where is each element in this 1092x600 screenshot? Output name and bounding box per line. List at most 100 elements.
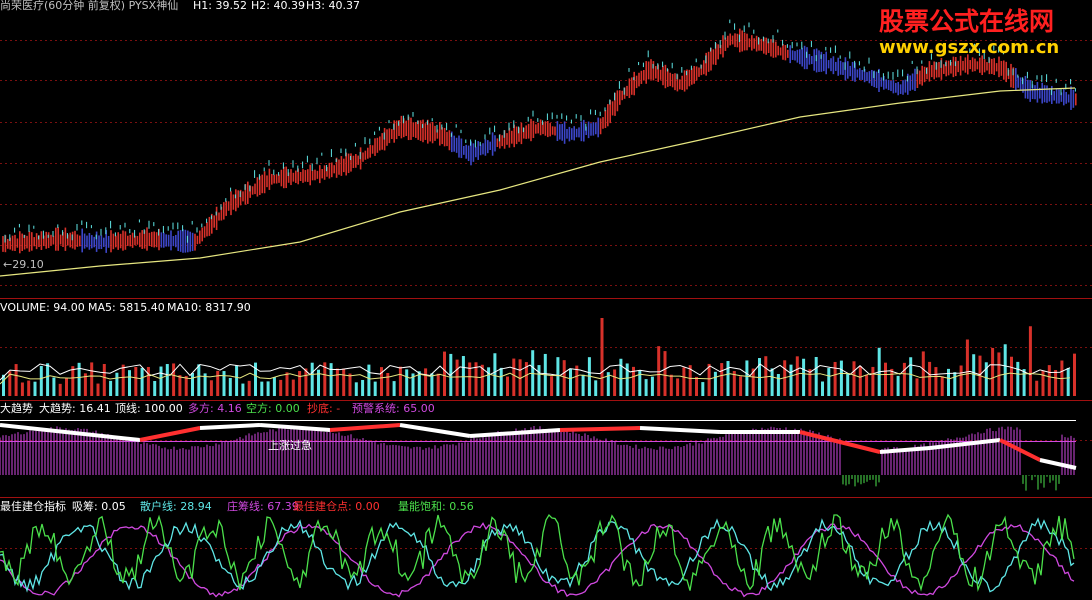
volume-bar: [172, 363, 176, 396]
volume-bar: [191, 372, 194, 396]
volume-bar: [833, 361, 837, 396]
volume-ma10: MA10: 8317.90: [167, 301, 251, 314]
volume-bar: [39, 365, 43, 396]
volume-bar: [115, 372, 119, 396]
volume-bar: [764, 356, 768, 396]
volume-bar: [178, 375, 182, 396]
volume-bar: [90, 362, 94, 396]
volume-bar: [1028, 326, 1032, 396]
volume-bar: [27, 380, 31, 396]
volume-bar: [701, 382, 705, 396]
volume-bar: [865, 374, 869, 396]
volume-bar: [821, 381, 824, 396]
volume-bar: [461, 356, 465, 396]
volume-bar: [279, 379, 283, 396]
volume-bar: [846, 373, 850, 396]
volume-bar: [940, 376, 944, 396]
volume-bar: [902, 362, 906, 396]
volume-bar: [184, 375, 188, 396]
volume-bar: [71, 366, 75, 396]
volume-bar: [776, 374, 780, 396]
volume-bar: [625, 363, 629, 396]
volume-bar: [197, 364, 201, 396]
volume-plot: [0, 318, 1076, 396]
volume-bar: [965, 339, 969, 396]
volume-bar: [20, 382, 24, 396]
volume-bar: [745, 360, 749, 396]
volume-bar: [1054, 370, 1058, 396]
trend-short-side: 空方: 0.00: [246, 401, 300, 415]
volume-bar: [506, 376, 509, 396]
volume-bar: [487, 367, 491, 396]
volume-bar: [959, 365, 963, 396]
volume-bar: [335, 368, 339, 396]
volume-bar: [569, 368, 572, 396]
volume-bar: [676, 378, 680, 396]
volume-bar: [896, 375, 900, 396]
volume-bar: [291, 379, 295, 396]
trend-warning-line: [639, 426, 721, 434]
volume-bar: [562, 360, 566, 396]
volume-bar: [839, 360, 843, 396]
volume-bar: [650, 376, 654, 396]
trend-annotation: 上涨过急: [268, 438, 312, 452]
volume-bar: [354, 382, 358, 396]
volume-bar: [392, 381, 396, 396]
trend-indicator-name: 大趋势: [0, 401, 33, 415]
volume-bar: [613, 369, 617, 396]
trend-value: 大趋势: 16.41: [39, 401, 111, 415]
volume-bar: [991, 347, 995, 396]
volume-bar: [134, 366, 138, 396]
volume-bar: [493, 353, 497, 396]
indicator-chart-canvas[interactable]: 尚荣医疗(60分钟 前复权) PYSX神仙 H1: 39.52 H2: 40.3…: [0, 0, 1092, 600]
volume-bar: [770, 368, 774, 396]
volume-bar: [915, 378, 919, 396]
volume-bar: [222, 371, 226, 396]
volume-bar: [77, 362, 81, 396]
volume-bar: [121, 364, 125, 396]
volume-bar: [455, 359, 459, 396]
volume-bar: [795, 356, 799, 396]
banker-line: [0, 522, 1075, 598]
volume-bar: [934, 367, 938, 396]
volume-bar: [247, 380, 251, 396]
volume-bar: [140, 367, 144, 396]
position-best-point: 最佳建仓点: 0.00: [293, 499, 380, 513]
trend-warning-line: [329, 423, 401, 432]
volume-bar: [953, 372, 957, 396]
volume-bar: [739, 376, 743, 396]
trend-long-side: 多方: 4.16: [188, 401, 242, 415]
position-indicator-name: 最佳建仓指标: [0, 499, 66, 513]
volume-bar: [436, 373, 440, 396]
volume-bar: [272, 377, 276, 396]
volume-bar: [424, 368, 428, 396]
volume-bar: [361, 379, 365, 396]
volume-bar: [102, 363, 106, 396]
volume-bar: [997, 352, 1001, 396]
price-ma-line: [0, 87, 1076, 277]
volume-bar: [443, 351, 446, 396]
volume-bar: [304, 368, 308, 396]
volume-bar: [228, 378, 232, 396]
volume-bar: [682, 367, 686, 396]
volume-ma5: MA5: 5815.40: [88, 301, 165, 314]
volume-bar: [871, 366, 875, 396]
volume-bar: [550, 376, 554, 396]
trend-top-line: 顶线: 100.00: [115, 401, 183, 415]
volume-bar: [663, 351, 667, 396]
volume-bar: [14, 364, 18, 396]
volume-bar: [65, 377, 68, 396]
volume-bar: [165, 364, 169, 396]
volume-bar: [367, 364, 371, 396]
volume-bar: [398, 366, 402, 396]
volume-bar: [707, 363, 711, 396]
volume-bar: [430, 373, 434, 396]
volume-bar: [556, 357, 560, 396]
volume-bar: [241, 383, 245, 396]
volume-bar: [789, 364, 793, 396]
volume-bar: [52, 377, 56, 396]
volume-bar: [909, 357, 913, 396]
volume-bar: [581, 374, 585, 396]
volume-bar: [285, 372, 289, 396]
volume-bar: [1047, 365, 1051, 396]
